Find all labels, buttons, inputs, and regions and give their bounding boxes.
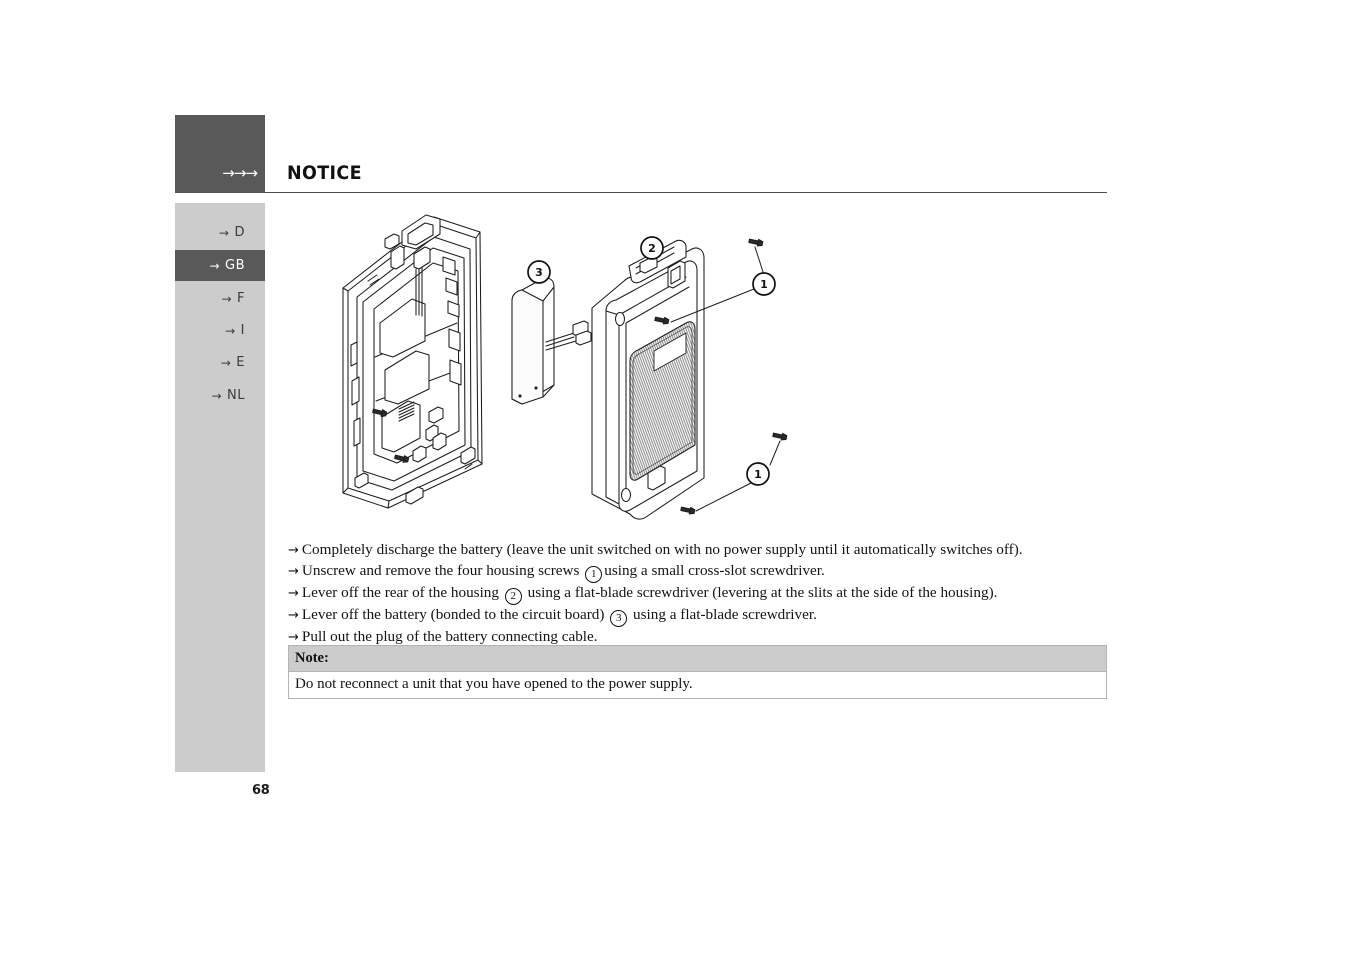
note-text: Do not reconnect a unit that you have op… bbox=[289, 671, 1106, 698]
sidebar-header-block: →→→ bbox=[175, 115, 265, 193]
arrow-icon: → bbox=[288, 629, 299, 645]
instruction-step: → Pull out the plug of the battery connec… bbox=[288, 627, 1108, 648]
arrow-icon: → bbox=[220, 355, 232, 370]
instruction-list: → Completely discharge the battery (leave… bbox=[288, 540, 1108, 647]
sidebar-item-d[interactable]: → D bbox=[175, 217, 265, 248]
arrow-icon: → bbox=[225, 323, 236, 338]
instruction-text-tail: using a flat-blade screwdriver (levering… bbox=[523, 583, 998, 601]
sidebar-item-label: E bbox=[236, 355, 245, 370]
language-sidebar: → D → GB → F → I → E → NL bbox=[175, 203, 265, 772]
svg-text:1: 1 bbox=[754, 468, 762, 481]
svg-text:3: 3 bbox=[535, 266, 543, 279]
svg-text:1: 1 bbox=[760, 278, 768, 291]
callout-ref-3: 3 bbox=[610, 609, 628, 627]
arrow-icon: → bbox=[209, 258, 220, 273]
sidebar-item-label: NL bbox=[227, 388, 245, 403]
instruction-text-tail: using a small cross-slot screwdriver. bbox=[604, 561, 825, 579]
header-divider bbox=[265, 192, 1107, 193]
instruction-step: → Lever off the battery (bonded to the ci… bbox=[288, 605, 1108, 627]
arrow-icon: → bbox=[211, 388, 223, 403]
sidebar-item-f[interactable]: → F bbox=[175, 283, 265, 314]
callout-ref-1: 1 bbox=[585, 565, 603, 583]
instruction-step: → Unscrew and remove the four housing scr… bbox=[288, 561, 1108, 583]
arrow-icon: → bbox=[288, 607, 299, 623]
instruction-step: → Completely discharge the battery (leave… bbox=[288, 540, 1108, 561]
instruction-text: Pull out the plug of the battery connect… bbox=[301, 627, 598, 645]
sidebar-item-label: F bbox=[237, 291, 245, 306]
instruction-text: Lever off the rear of the housing bbox=[301, 583, 499, 601]
instruction-text: Lever off the battery (bonded to the cir… bbox=[301, 605, 605, 623]
sidebar-item-nl[interactable]: → NL bbox=[175, 380, 265, 411]
page-number: 68 bbox=[252, 783, 270, 798]
instruction-text-tail: using a flat-blade screwdriver. bbox=[629, 605, 817, 623]
arrow-icon: → bbox=[221, 291, 233, 306]
arrow-icon: → bbox=[218, 225, 230, 240]
arrow-icon: → bbox=[288, 563, 299, 579]
arrow-icon: → bbox=[288, 543, 299, 558]
sidebar-item-label: I bbox=[240, 323, 245, 338]
arrow-icon: → bbox=[288, 585, 299, 601]
sidebar-item-e[interactable]: → E bbox=[175, 347, 265, 378]
instruction-text: Unscrew and remove the four housing scre… bbox=[301, 561, 580, 579]
instruction-step: → Lever off the rear of the housing 2 usi… bbox=[288, 583, 1108, 605]
exploded-view-figure: 1 1 2 3 bbox=[330, 205, 820, 535]
callout-ref-2: 2 bbox=[504, 587, 522, 605]
sidebar-item-i[interactable]: → I bbox=[175, 315, 265, 346]
sidebar-item-gb[interactable]: → GB bbox=[175, 250, 265, 281]
svg-text:2: 2 bbox=[648, 242, 656, 255]
page-title: NOTICE bbox=[287, 162, 362, 184]
triple-arrow-icon: →→→ bbox=[222, 164, 258, 182]
note-title: Note: bbox=[289, 646, 1106, 671]
note-box: Note: Do not reconnect a unit that you h… bbox=[288, 645, 1107, 699]
sidebar-item-label: D bbox=[234, 225, 245, 240]
instruction-text: Completely discharge the battery (leave … bbox=[301, 541, 1023, 558]
sidebar-item-label: GB bbox=[225, 258, 245, 273]
